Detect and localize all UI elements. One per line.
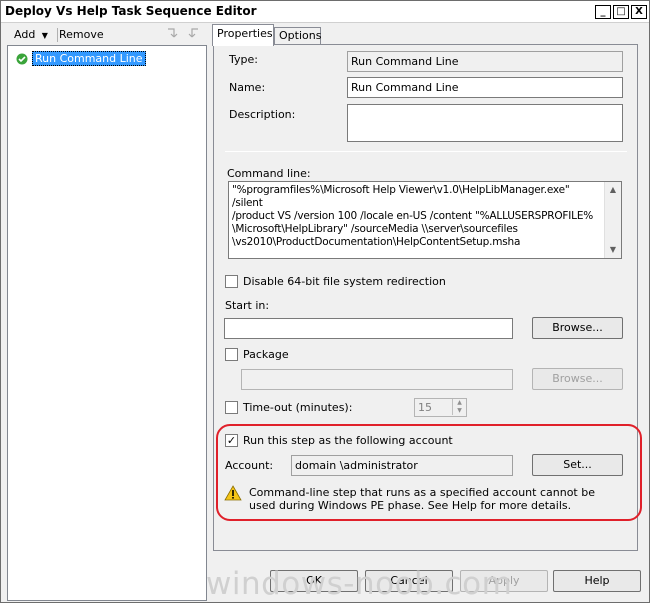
package-field[interactable] (241, 369, 513, 390)
package-browse-button[interactable]: Browse... (532, 368, 623, 390)
timeout-checkbox[interactable] (225, 401, 238, 414)
move-up-icon[interactable] (165, 27, 181, 43)
move-down-icon[interactable] (187, 27, 203, 43)
command-line-field[interactable]: "%programfiles%\Microsoft Help Viewer\v1… (228, 181, 622, 259)
command-line-label: Command line: (227, 167, 311, 180)
disable-redirect-label: Disable 64-bit file system redirection (243, 275, 446, 288)
command-line-text: "%programfiles%\Microsoft Help Viewer\v1… (232, 184, 594, 248)
timeout-stepper[interactable]: 15 ▲ ▼ (414, 398, 467, 417)
command-line-scrollbar[interactable]: ▲ ▼ (604, 182, 621, 258)
start-in-label: Start in: (225, 299, 270, 312)
task-sequence-editor-window: Deploy Vs Help Task Sequence Editor _ □ … (0, 0, 650, 603)
type-label: Type: (229, 53, 258, 66)
help-button[interactable]: Help (553, 570, 641, 592)
type-field: Run Command Line (347, 51, 623, 72)
disable-redirect-checkbox[interactable] (225, 275, 238, 288)
tree-item-run-command-line[interactable]: Run Command Line (16, 51, 146, 66)
toolbar: Add ▼ Remove (7, 25, 207, 45)
tab-options[interactable]: Options (274, 27, 321, 45)
watermark: windows-noob.com (206, 566, 513, 602)
annotation-highlight (216, 424, 642, 521)
scroll-down-icon[interactable]: ▼ (607, 244, 619, 256)
stepper-up-icon[interactable]: ▲ (452, 399, 466, 407)
window-title: Deploy Vs Help Task Sequence Editor (5, 4, 257, 18)
timeout-value: 15 (418, 401, 432, 414)
tab-properties[interactable]: Properties (212, 24, 274, 46)
start-in-field[interactable] (224, 318, 513, 339)
close-button[interactable]: X (631, 5, 647, 19)
timeout-label: Time-out (minutes): (243, 401, 353, 414)
maximize-button[interactable]: □ (613, 5, 629, 19)
title-bar: Deploy Vs Help Task Sequence Editor _ □ … (1, 1, 649, 23)
stepper-down-icon[interactable]: ▼ (452, 407, 466, 415)
dropdown-arrow-icon: ▼ (41, 31, 48, 40)
minimize-button[interactable]: _ (595, 5, 611, 19)
package-label: Package (243, 348, 289, 361)
description-label: Description: (229, 108, 296, 121)
add-label: Add (14, 28, 36, 41)
package-checkbox[interactable] (225, 348, 238, 361)
description-field[interactable] (347, 104, 623, 142)
tree-item-label: Run Command Line (32, 51, 146, 66)
name-label: Name: (229, 81, 266, 94)
name-field[interactable]: Run Command Line (347, 77, 623, 98)
start-in-browse-button[interactable]: Browse... (532, 317, 623, 339)
task-sequence-tree[interactable]: Run Command Line (7, 45, 207, 601)
divider (225, 151, 627, 152)
green-check-icon (16, 53, 28, 64)
toolbar-divider (57, 28, 58, 42)
scroll-up-icon[interactable]: ▲ (607, 184, 619, 196)
remove-button[interactable]: Remove (59, 27, 104, 43)
add-menu-button[interactable]: Add ▼ (14, 27, 48, 43)
